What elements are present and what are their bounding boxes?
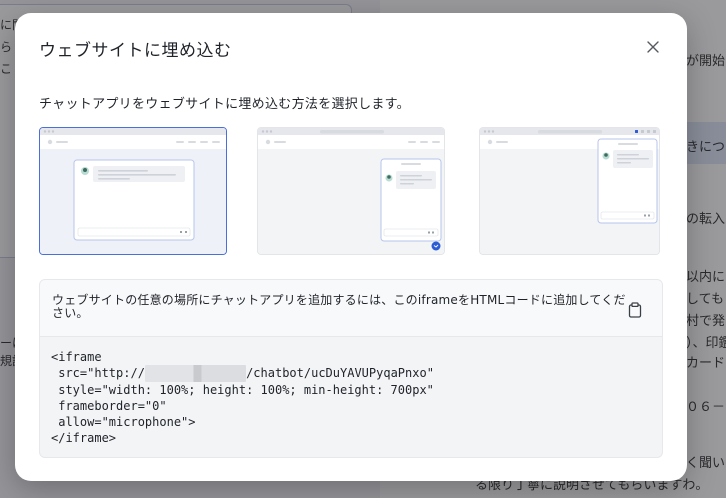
code-line: <iframe: [51, 350, 102, 364]
embed-dialog: ウェブサイトに埋め込む チャットアプリをウェブサイトに埋め込む方法を選択します。: [15, 13, 687, 481]
code-line: frameborder="0": [51, 398, 167, 413]
bubble-embed-preview-icon: [258, 128, 444, 254]
embed-instructions: ウェブサイトの任意の場所にチャットアプリを追加するには、このiframeをHTM…: [52, 293, 626, 320]
clipboard-icon: [628, 302, 642, 318]
embed-option-bubble[interactable]: [257, 127, 445, 255]
code-panel-header: ウェブサイトの任意の場所にチャットアプリを追加するには、このiframeをHTM…: [40, 280, 662, 337]
inline-embed-preview-icon: [40, 128, 226, 254]
embed-code[interactable]: <iframe src="http://xxxxxxxxxxxxxx/chatb…: [51, 349, 434, 447]
dialog-title: ウェブサイトに埋め込む: [39, 41, 232, 61]
embed-option-inline[interactable]: [39, 127, 227, 255]
code-line: allow="microphone">: [51, 415, 196, 430]
close-icon: [647, 41, 659, 53]
dialog-description: チャットアプリをウェブサイトに埋め込む方法を選択します。: [39, 97, 410, 112]
close-button[interactable]: [643, 37, 663, 57]
code-line: style="width: 100%; height: 100%; min-he…: [51, 382, 434, 397]
code-line: </iframe>: [51, 431, 117, 446]
code-line: src="http://: [51, 366, 145, 381]
embed-code-panel: ウェブサイトの任意の場所にチャットアプリを追加するには、このiframeをHTM…: [39, 279, 663, 458]
redacted-host: xxxxxxxxxxxxxx: [144, 365, 247, 382]
copy-code-button[interactable]: [626, 300, 644, 320]
embed-option-extension[interactable]: [479, 127, 660, 255]
code-line: /chatbot/ucDuYAVUPyqaPnxo": [246, 366, 434, 381]
extension-embed-preview-icon: [480, 128, 659, 254]
